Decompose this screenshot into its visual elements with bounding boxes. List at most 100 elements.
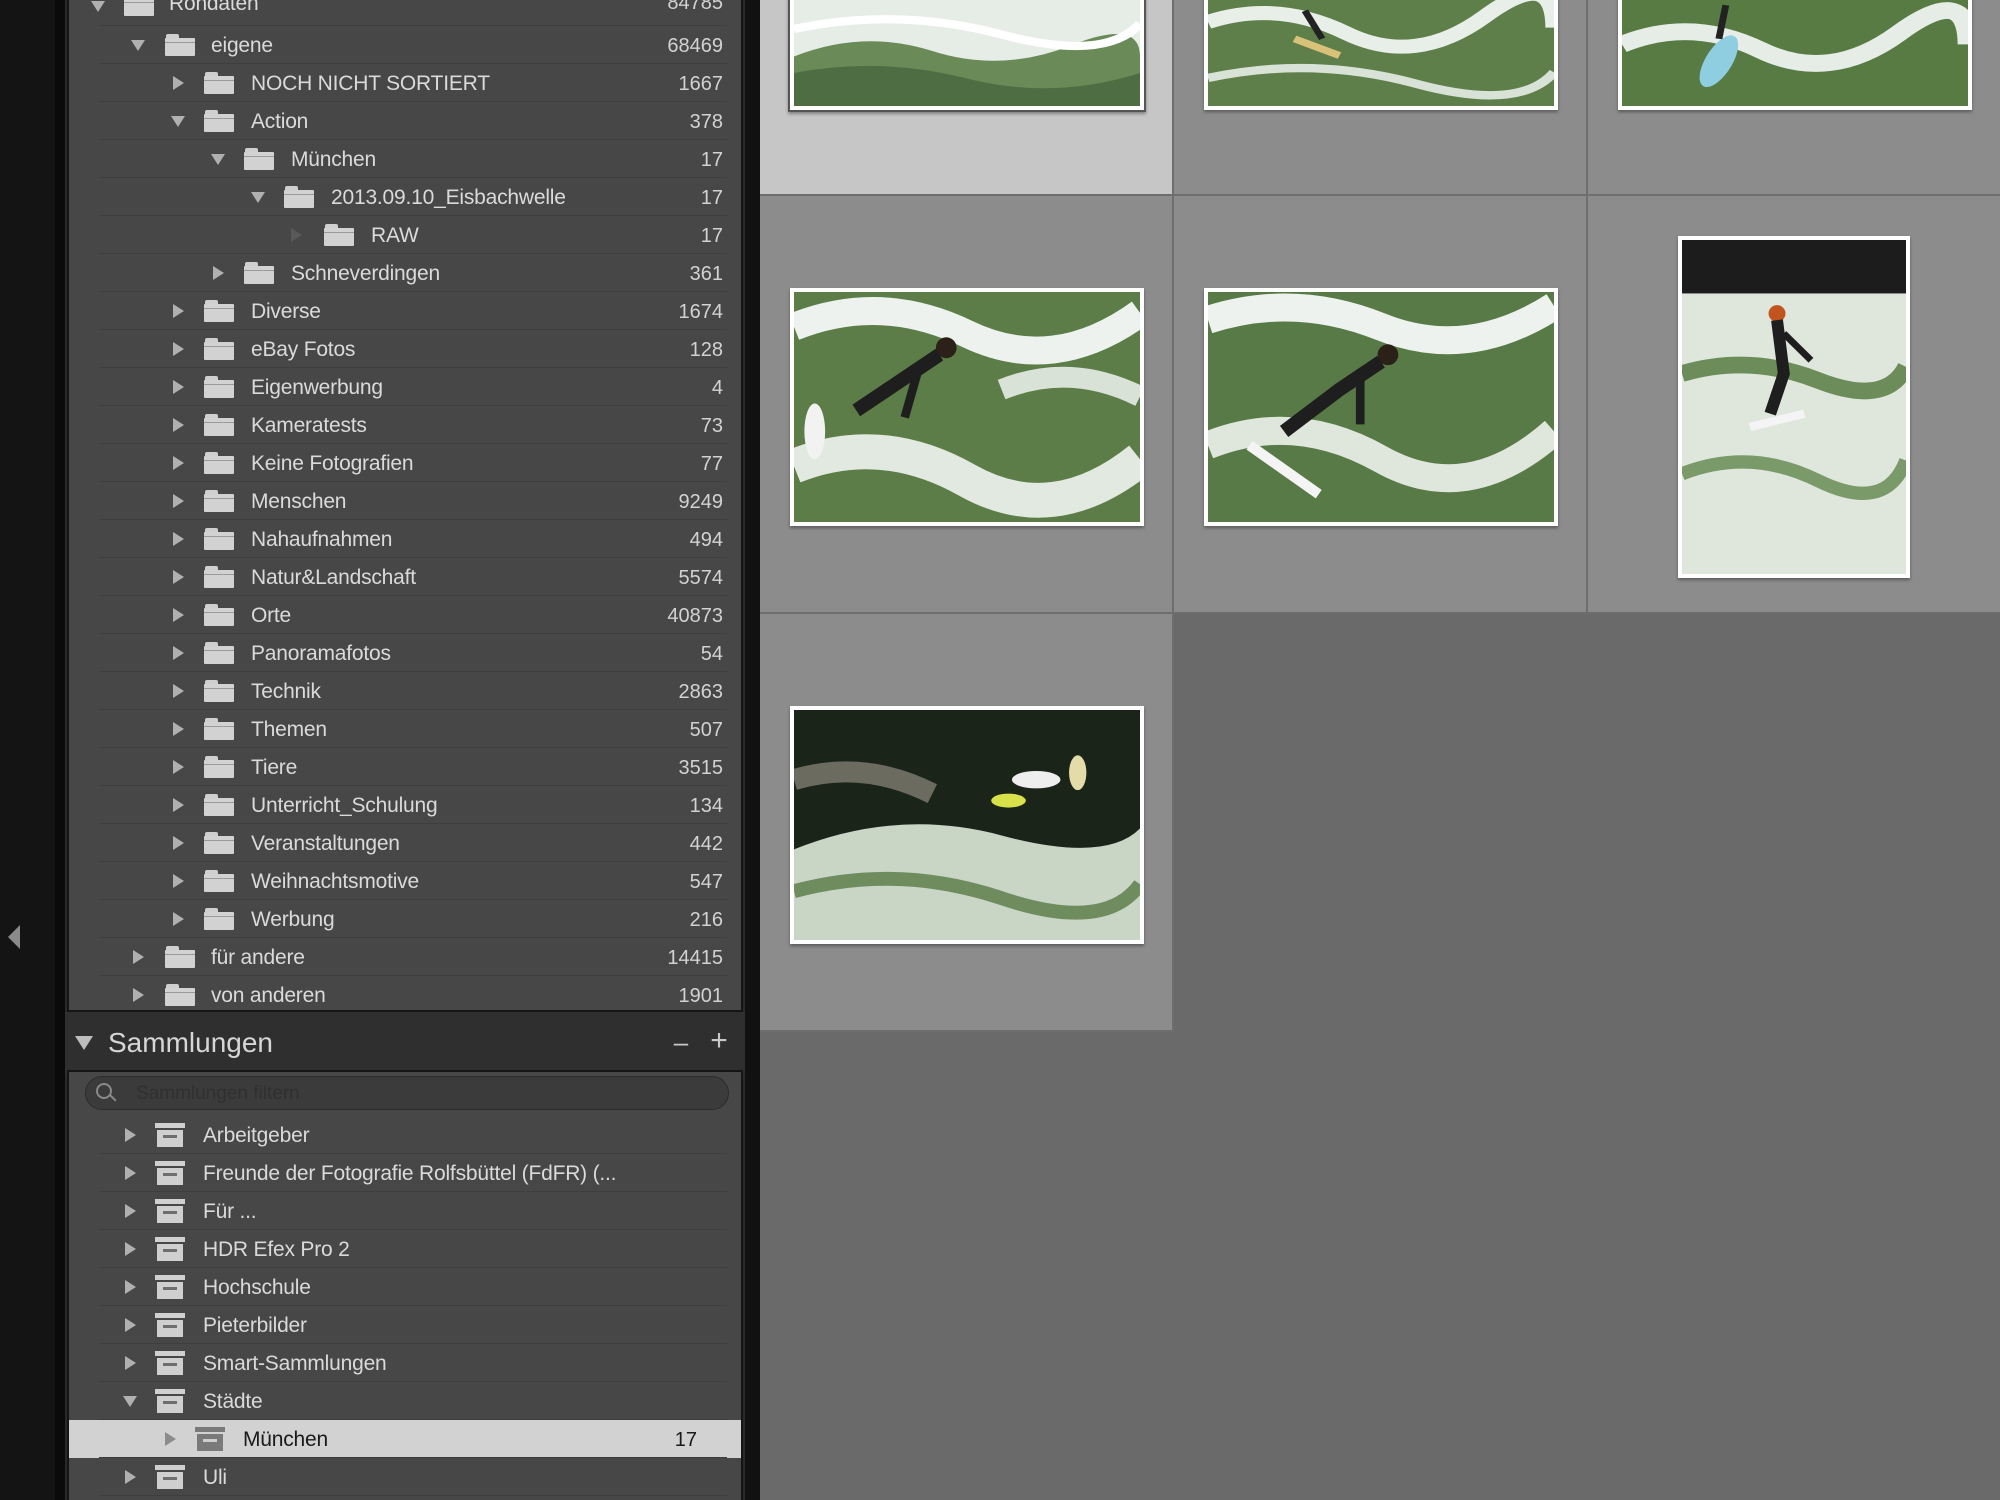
collection-row-arbeitgeber[interactable]: Arbeitgeber [69, 1116, 741, 1154]
collapse-triangle-icon[interactable] [91, 1, 105, 12]
folder-icon [204, 908, 234, 930]
collections-search-box[interactable] [85, 1076, 729, 1110]
folder-row-ebay-fotos[interactable]: eBay Fotos 128 [69, 330, 741, 368]
expand-triangle-icon[interactable] [173, 684, 184, 698]
expand-triangle-icon[interactable] [173, 380, 184, 394]
collection-row-staedte[interactable]: Städte [69, 1382, 741, 1420]
expand-triangle-icon[interactable] [173, 722, 184, 736]
collapse-triangle-icon[interactable] [251, 192, 265, 203]
expand-triangle-icon[interactable] [125, 1166, 136, 1180]
expand-triangle-icon[interactable] [173, 418, 184, 432]
expand-triangle-icon[interactable] [173, 760, 184, 774]
expand-triangle-icon[interactable] [213, 266, 224, 280]
collection-row-uli[interactable]: Uli [69, 1458, 741, 1496]
grid-cell-selected[interactable] [760, 0, 1174, 196]
folder-label: Natur&Landschaft [251, 566, 416, 589]
grid-cell[interactable] [1174, 0, 1588, 196]
collection-row-hdr-efex-pro-2[interactable]: HDR Efex Pro 2 [69, 1230, 741, 1268]
folder-row-themen[interactable]: Themen 507 [69, 710, 741, 748]
expand-triangle-icon[interactable] [125, 1204, 136, 1218]
folder-row-eigene[interactable]: eigene 68469 [69, 26, 741, 64]
folder-row-unterricht-schulung[interactable]: Unterricht_Schulung 134 [69, 786, 741, 824]
grid-cell[interactable] [760, 196, 1174, 614]
folder-row-eisbachwelle[interactable]: 2013.09.10_Eisbachwelle 17 [69, 178, 741, 216]
photo-thumbnail[interactable] [788, 0, 1146, 112]
collection-row-freunde-der-fotografie[interactable]: Freunde der Fotografie Rolfsbüttel (FdFR… [69, 1154, 741, 1192]
expand-triangle-icon[interactable] [173, 874, 184, 888]
collapse-panel-arrow-icon[interactable] [8, 925, 20, 949]
photo-thumbnail[interactable] [790, 288, 1144, 526]
folder-row-orte[interactable]: Orte 40873 [69, 596, 741, 634]
folder-row-technik[interactable]: Technik 2863 [69, 672, 741, 710]
expand-triangle-icon[interactable] [133, 988, 144, 1002]
expand-triangle-icon[interactable] [173, 494, 184, 508]
folder-label: Diverse [251, 300, 321, 323]
folder-row-natur-landschaft[interactable]: Natur&Landschaft 5574 [69, 558, 741, 596]
collection-row-fuer[interactable]: Für ... [69, 1192, 741, 1230]
folder-row-eigenwerbung[interactable]: Eigenwerbung 4 [69, 368, 741, 406]
grid-cell[interactable] [760, 614, 1174, 1032]
folder-row-nahaufnahmen[interactable]: Nahaufnahmen 494 [69, 520, 741, 558]
folder-row-raw[interactable]: RAW 17 [69, 216, 741, 254]
expand-triangle-icon[interactable] [173, 608, 184, 622]
collection-row-smart-sammlungen[interactable]: Smart-Sammlungen [69, 1344, 741, 1382]
grid-cell[interactable] [1588, 196, 2000, 614]
collections-filter-input[interactable] [136, 1081, 696, 1107]
folder-row-panoramafotos[interactable]: Panoramafotos 54 [69, 634, 741, 672]
grid-cell[interactable] [1588, 0, 2000, 196]
folder-row-keine-fotografien[interactable]: Keine Fotografien 77 [69, 444, 741, 482]
collapse-triangle-icon[interactable] [211, 154, 225, 165]
collection-row-muenchen-selected[interactable]: München 17 [69, 1420, 741, 1458]
collapse-triangle-icon[interactable] [171, 116, 185, 127]
expand-triangle-icon[interactable] [125, 1128, 136, 1142]
expand-triangle-icon[interactable] [173, 570, 184, 584]
folder-row-muenchen[interactable]: München 17 [69, 140, 741, 178]
photo-thumbnail[interactable] [790, 706, 1144, 944]
expand-triangle-icon[interactable] [125, 1242, 136, 1256]
search-icon[interactable] [96, 1083, 117, 1103]
folder-row-von-anderen[interactable]: von anderen 1901 [69, 976, 741, 1010]
folder-row-werbung[interactable]: Werbung 216 [69, 900, 741, 938]
photo-thumbnail[interactable] [1204, 288, 1558, 526]
expand-triangle-icon[interactable] [173, 912, 184, 926]
photo-thumbnail[interactable] [1618, 0, 1972, 110]
folder-row-veranstaltungen[interactable]: Veranstaltungen 442 [69, 824, 741, 862]
folder-row-noch-nicht-sortiert[interactable]: NOCH NICHT SORTIERT 1667 [69, 64, 741, 102]
expand-triangle-icon[interactable] [125, 1356, 136, 1370]
folder-row-action[interactable]: Action 378 [69, 102, 741, 140]
collection-row-pieterbilder[interactable]: Pieterbilder [69, 1306, 741, 1344]
expand-triangle-icon[interactable] [173, 456, 184, 470]
expand-triangle-icon[interactable] [173, 76, 184, 90]
photo-thumbnail[interactable] [1678, 236, 1910, 578]
folder-row-kameratests[interactable]: Kameratests 73 [69, 406, 741, 444]
folder-row-tiere[interactable]: Tiere 3515 [69, 748, 741, 786]
folder-row-fuer-andere[interactable]: für andere 14415 [69, 938, 741, 976]
folder-row-schneverdingen[interactable]: Schneverdingen 361 [69, 254, 741, 292]
remove-collection-button[interactable]: – [669, 1029, 693, 1055]
folder-label: Themen [251, 718, 327, 741]
expand-triangle-icon[interactable] [173, 304, 184, 318]
collection-row-hochschule[interactable]: Hochschule [69, 1268, 741, 1306]
expand-triangle-icon[interactable] [173, 646, 184, 660]
expand-triangle-icon[interactable] [125, 1280, 136, 1294]
expand-triangle-icon[interactable] [133, 950, 144, 964]
expand-triangle-icon[interactable] [173, 798, 184, 812]
expand-triangle-icon[interactable] [173, 836, 184, 850]
collections-panel-header[interactable]: Sammlungen – + [65, 1012, 745, 1074]
expand-triangle-icon[interactable] [125, 1318, 136, 1332]
folder-row-diverse[interactable]: Diverse 1674 [69, 292, 741, 330]
collapse-triangle-icon[interactable] [75, 1036, 93, 1050]
expand-triangle-icon[interactable] [173, 342, 184, 356]
folder-label: Panoramafotos [251, 642, 391, 665]
expand-triangle-icon[interactable] [125, 1470, 136, 1484]
folder-row-weihnachtsmotive[interactable]: Weihnachtsmotive 547 [69, 862, 741, 900]
expand-triangle-icon[interactable] [173, 532, 184, 546]
collapse-triangle-icon[interactable] [123, 1396, 137, 1407]
photo-thumbnail[interactable] [1204, 0, 1558, 110]
add-collection-button[interactable]: + [705, 1026, 733, 1056]
grid-cell[interactable] [1174, 196, 1588, 614]
collapse-triangle-icon[interactable] [131, 40, 145, 51]
folder-count: 442 [689, 833, 723, 855]
folder-row-rohdaten[interactable]: Rohdaten 84785 [69, 0, 741, 26]
folder-row-menschen[interactable]: Menschen 9249 [69, 482, 741, 520]
